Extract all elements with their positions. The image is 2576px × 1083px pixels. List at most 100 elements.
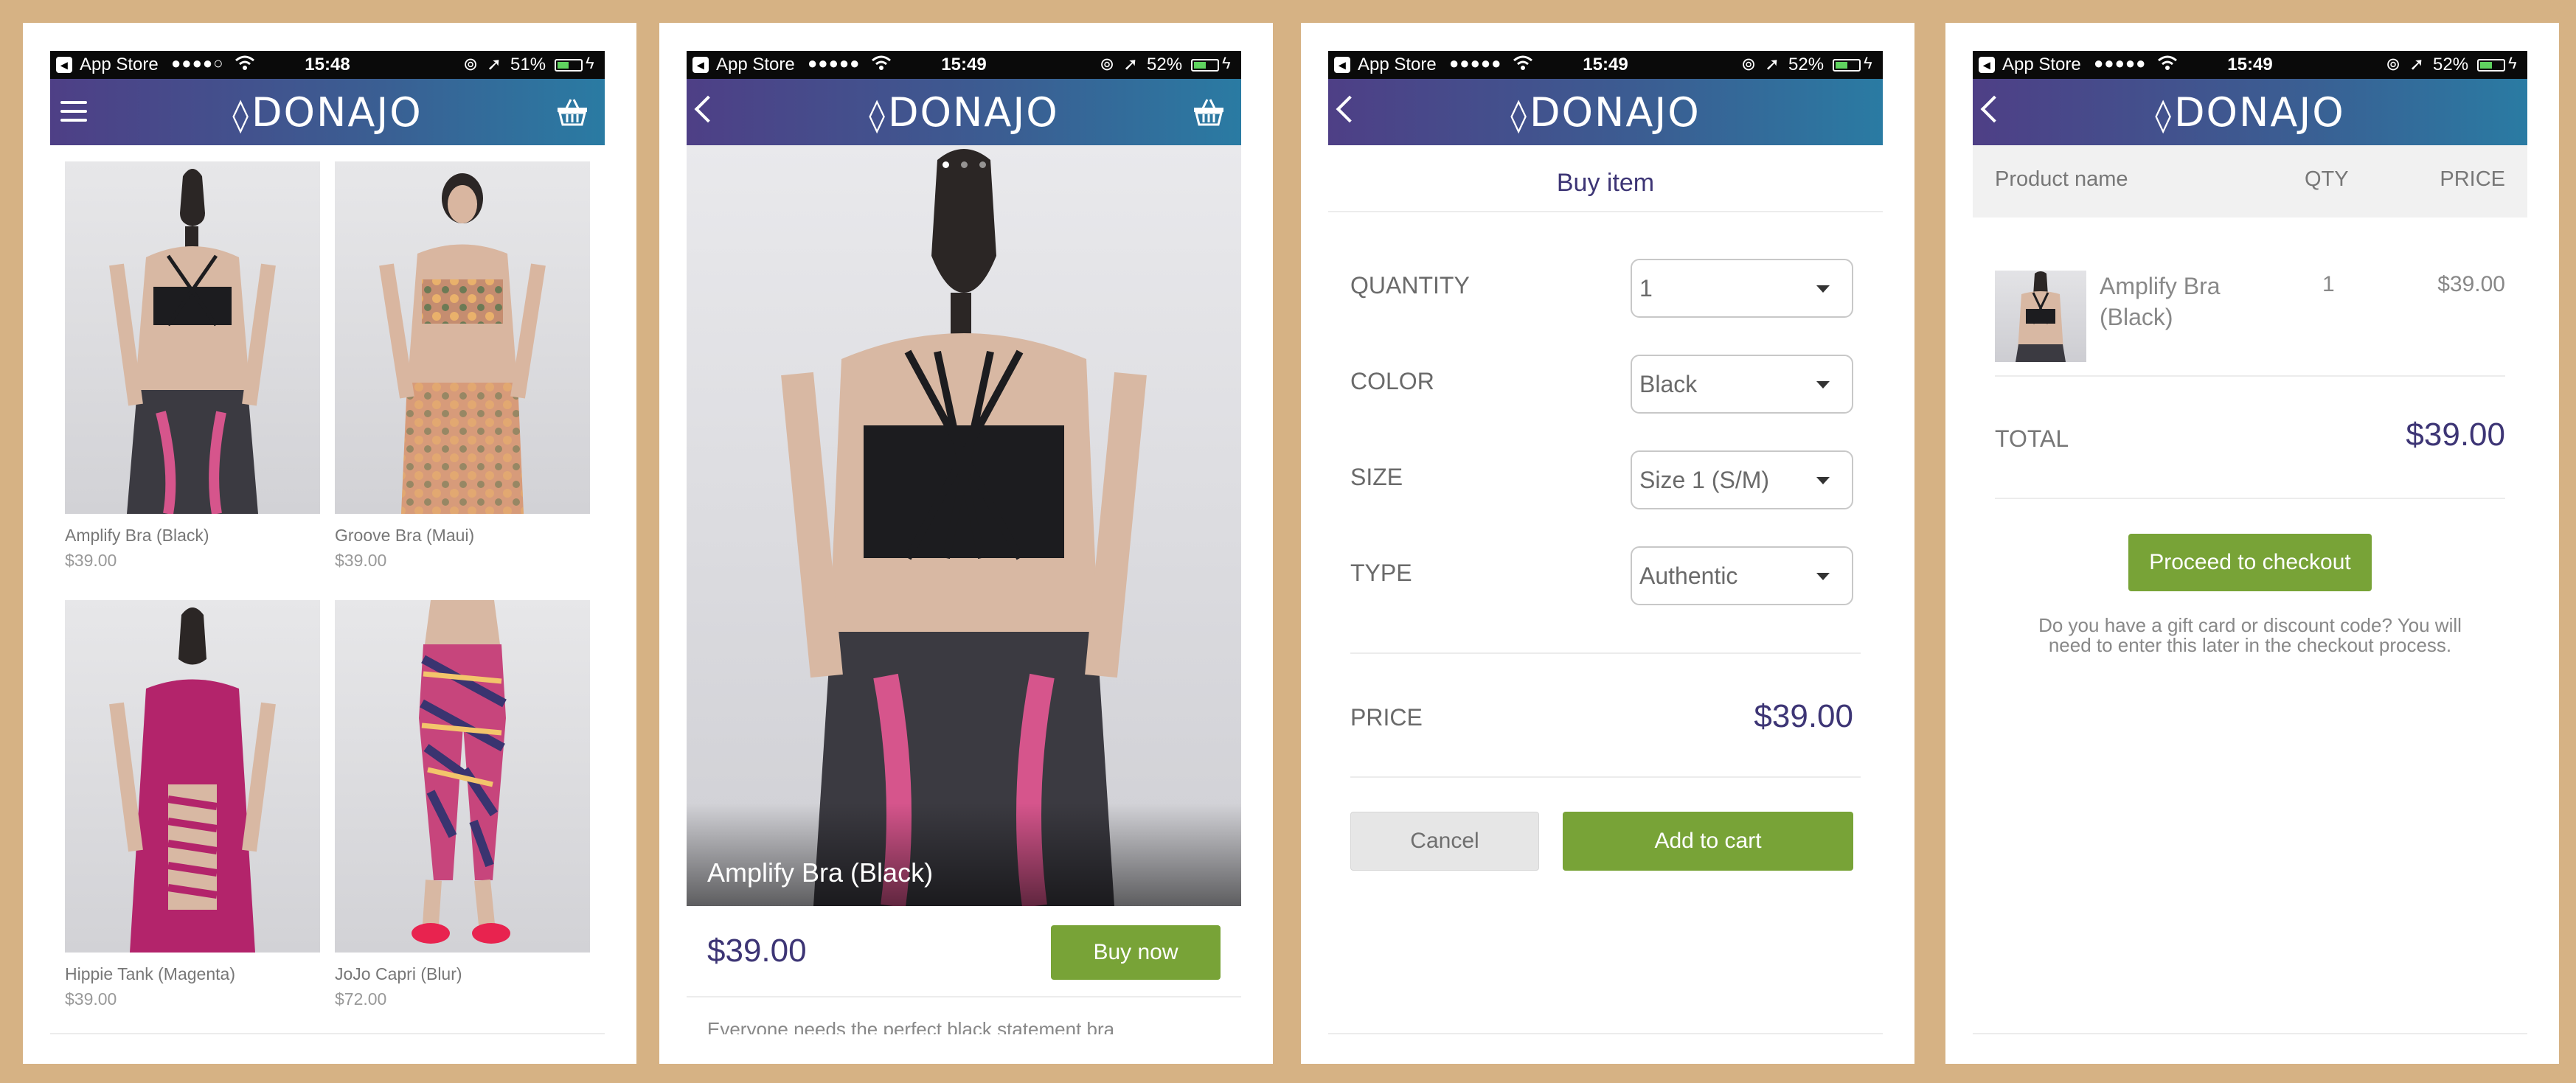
product-description: Everyone needs the perfect black stateme… (707, 1018, 1115, 1034)
battery-percent: 52% (1147, 55, 1183, 74)
discount-note-line: Do you have a gift card or discount code… (2038, 614, 2462, 636)
screen-catalog: ◂ App Store ●●●●○ 15:48 ⊚ ➚ 51% ϟ ◊DONAJ… (23, 23, 636, 1064)
proceed-to-checkout-button[interactable]: Proceed to checkout (2128, 534, 2372, 591)
product-name: Hippie Tank (Magenta) (65, 964, 235, 983)
charging-icon: ϟ (1222, 54, 1231, 72)
product-image[interactable] (335, 600, 590, 953)
location-icon: ➚ (487, 55, 502, 74)
cancel-button[interactable]: Cancel (1350, 812, 1539, 871)
brand-name: DONAJO (2173, 89, 2345, 136)
color-select[interactable]: Black (1631, 355, 1853, 414)
discount-note: Do you have a gift card or discount code… (2017, 616, 2483, 655)
total-value: $39.00 (2406, 417, 2505, 453)
divider (1995, 375, 2505, 377)
battery-icon (1833, 59, 1861, 72)
battery-percent: 52% (2433, 55, 2469, 74)
brand-logo[interactable]: ◊DONAJO (50, 89, 605, 136)
phone-frame: ◂ App Store ●●●●○ 15:48 ⊚ ➚ 51% ϟ ◊DONAJ… (50, 51, 605, 1034)
total-label: TOTAL (1995, 425, 2069, 452)
buy-now-button[interactable]: Buy now (1051, 925, 1221, 980)
status-bar: ◂ App Store ●●●●● 15:49 ⊚ ➚ 52% ϟ (1328, 51, 1883, 79)
phone-frame: ◂ App Store ●●●●● 15:49 ⊚ ➚ 52% ϟ ◊DONAJ… (1973, 51, 2527, 1034)
price-value: $39.00 (1754, 698, 1853, 734)
screen-buy-item: ◂ App Store ●●●●● 15:49 ⊚ ➚ 52% ϟ ◊DONAJ… (1301, 23, 1914, 1064)
battery-percent: 52% (1788, 55, 1825, 74)
status-bar: ◂ App Store ●●●●● 15:49 ⊚ ➚ 52% ϟ (687, 51, 1241, 79)
battery-icon (1191, 59, 1219, 72)
divider (1995, 498, 2505, 499)
brand-logo[interactable]: ◊DONAJO (687, 89, 1241, 136)
location-icon: ➚ (1765, 55, 1780, 74)
divider (1328, 1033, 1883, 1034)
product-name: Amplify Bra (Black) (65, 526, 209, 545)
brand-logo[interactable]: ◊DONAJO (1328, 89, 1883, 136)
select-value: 1 (1639, 275, 1653, 302)
product-image[interactable] (65, 600, 320, 953)
basket-icon[interactable] (556, 98, 589, 126)
product-image[interactable] (335, 161, 590, 514)
brand-name: DONAJO (887, 89, 1059, 136)
divider (1350, 652, 1861, 654)
battery-icon (555, 59, 583, 72)
sheet-title: Buy item (1556, 169, 1655, 197)
product-caption: Amplify Bra (Black) (707, 857, 934, 888)
price-label: PRICE (1350, 704, 1423, 731)
status-bar: ◂ App Store ●●●●● 15:49 ⊚ ➚ 52% ϟ (1973, 51, 2527, 79)
nav-bar: ◊DONAJO (50, 79, 605, 145)
rotation-lock-icon: ⊚ (1741, 55, 1757, 74)
cart-header: Product name QTY PRICE (1973, 145, 2527, 217)
brand-logo[interactable]: ◊DONAJO (1973, 89, 2527, 136)
charging-icon: ϟ (1864, 54, 1872, 72)
select-value: Black (1639, 371, 1698, 397)
size-select[interactable]: Size 1 (S/M) (1631, 450, 1853, 509)
select-value: Size 1 (S/M) (1639, 467, 1770, 493)
cart-item-thumbnail[interactable] (1995, 271, 2086, 362)
column-header-price: PRICE (2440, 167, 2505, 191)
divider (1350, 776, 1861, 778)
cart-item-name[interactable]: Amplify Bra (Black) (2100, 271, 2221, 332)
column-header-product: Product name (1995, 167, 2128, 191)
battery-level (1836, 62, 1847, 69)
color-label: COLOR (1350, 368, 1434, 394)
battery-percent: 51% (510, 55, 546, 74)
nav-bar: ◊DONAJO (1973, 79, 2527, 145)
product-name: Groove Bra (Maui) (335, 526, 475, 545)
rotation-lock-icon: ⊚ (1100, 55, 1115, 74)
type-label: TYPE (1350, 560, 1412, 586)
divider (687, 996, 1241, 997)
battery-level (1194, 62, 1206, 69)
type-select[interactable]: Authentic (1631, 546, 1853, 605)
product-price: $39.00 (707, 933, 807, 969)
add-to-cart-button[interactable]: Add to cart (1563, 812, 1853, 871)
carousel-pager[interactable] (687, 159, 1241, 172)
status-bar: ◂ App Store ●●●●○ 15:48 ⊚ ➚ 51% ϟ (50, 51, 605, 79)
divider (50, 1033, 605, 1034)
brand-name: DONAJO (1529, 89, 1701, 136)
location-icon: ➚ (2409, 55, 2425, 74)
product-image[interactable] (65, 161, 320, 514)
select-value: Authentic (1639, 563, 1738, 589)
product-price: $39.00 (335, 551, 387, 570)
brand-name: DONAJO (251, 89, 423, 136)
discount-note-line: need to enter this later in the checkout… (2048, 634, 2452, 656)
charging-icon: ϟ (586, 54, 594, 72)
column-header-qty: QTY (2305, 167, 2349, 191)
quantity-select[interactable]: 1 (1631, 259, 1853, 318)
phone-frame: ◂ App Store ●●●●● 15:49 ⊚ ➚ 52% ϟ ◊DONAJ… (1328, 51, 1883, 1034)
basket-icon[interactable] (1192, 98, 1225, 126)
quantity-label: QUANTITY (1350, 272, 1470, 299)
divider (1973, 1033, 2527, 1034)
phone-frame: ◂ App Store ●●●●● 15:49 ⊚ ➚ 52% ϟ ◊DONAJ… (687, 51, 1241, 1034)
location-icon: ➚ (1123, 55, 1139, 74)
product-price: $72.00 (335, 989, 387, 1009)
chevron-down-icon (1816, 477, 1830, 484)
cart-item-name-line: (Black) (2100, 304, 2173, 330)
screen-product: ◂ App Store ●●●●● 15:49 ⊚ ➚ 52% ϟ ◊DONAJ… (659, 23, 1273, 1064)
product-hero-image[interactable]: Amplify Bra (Black) (687, 145, 1241, 906)
cart-item-price: $39.00 (2437, 272, 2505, 296)
battery-level (2480, 62, 2492, 69)
charging-icon: ϟ (2508, 54, 2517, 72)
cart-item-qty: 1 (2322, 272, 2335, 296)
product-name: JoJo Capri (Blur) (335, 964, 462, 983)
nav-bar: ◊DONAJO (1328, 79, 1883, 145)
